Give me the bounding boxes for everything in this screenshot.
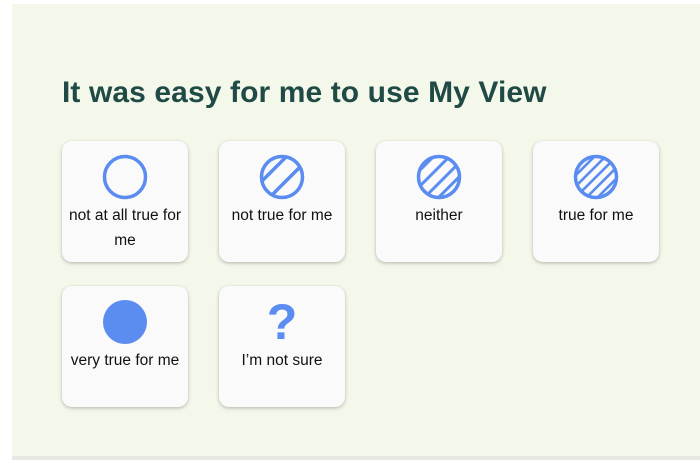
hatched-circle-icon (376, 153, 502, 201)
option-very-true[interactable]: very true for me (62, 286, 188, 407)
option-not-sure[interactable]: ? I’m not sure (219, 286, 345, 407)
option-label: neither (415, 207, 463, 224)
option-label: true for me (558, 207, 634, 224)
survey-panel: It was easy for me to use My View not at… (12, 4, 700, 460)
option-not-at-all-true[interactable]: not at all true for me (62, 141, 188, 262)
question-title: It was easy for me to use My View (62, 76, 547, 109)
question-mark-icon: ? (219, 294, 345, 350)
filled-circle-icon (62, 298, 188, 346)
option-label: not at all true for me (68, 207, 181, 249)
question-mark-glyph: ? (266, 294, 298, 350)
option-label: very true for me (70, 352, 180, 369)
option-true[interactable]: true for me (533, 141, 659, 262)
sparse-hatched-circle-icon (219, 153, 345, 201)
option-not-true[interactable]: not true for me (219, 141, 345, 262)
empty-circle-icon (62, 153, 188, 201)
dense-hatched-circle-icon (533, 153, 659, 201)
option-neither[interactable]: neither (376, 141, 502, 262)
option-label: not true for me (231, 207, 333, 224)
option-label: I’m not sure (241, 352, 323, 369)
